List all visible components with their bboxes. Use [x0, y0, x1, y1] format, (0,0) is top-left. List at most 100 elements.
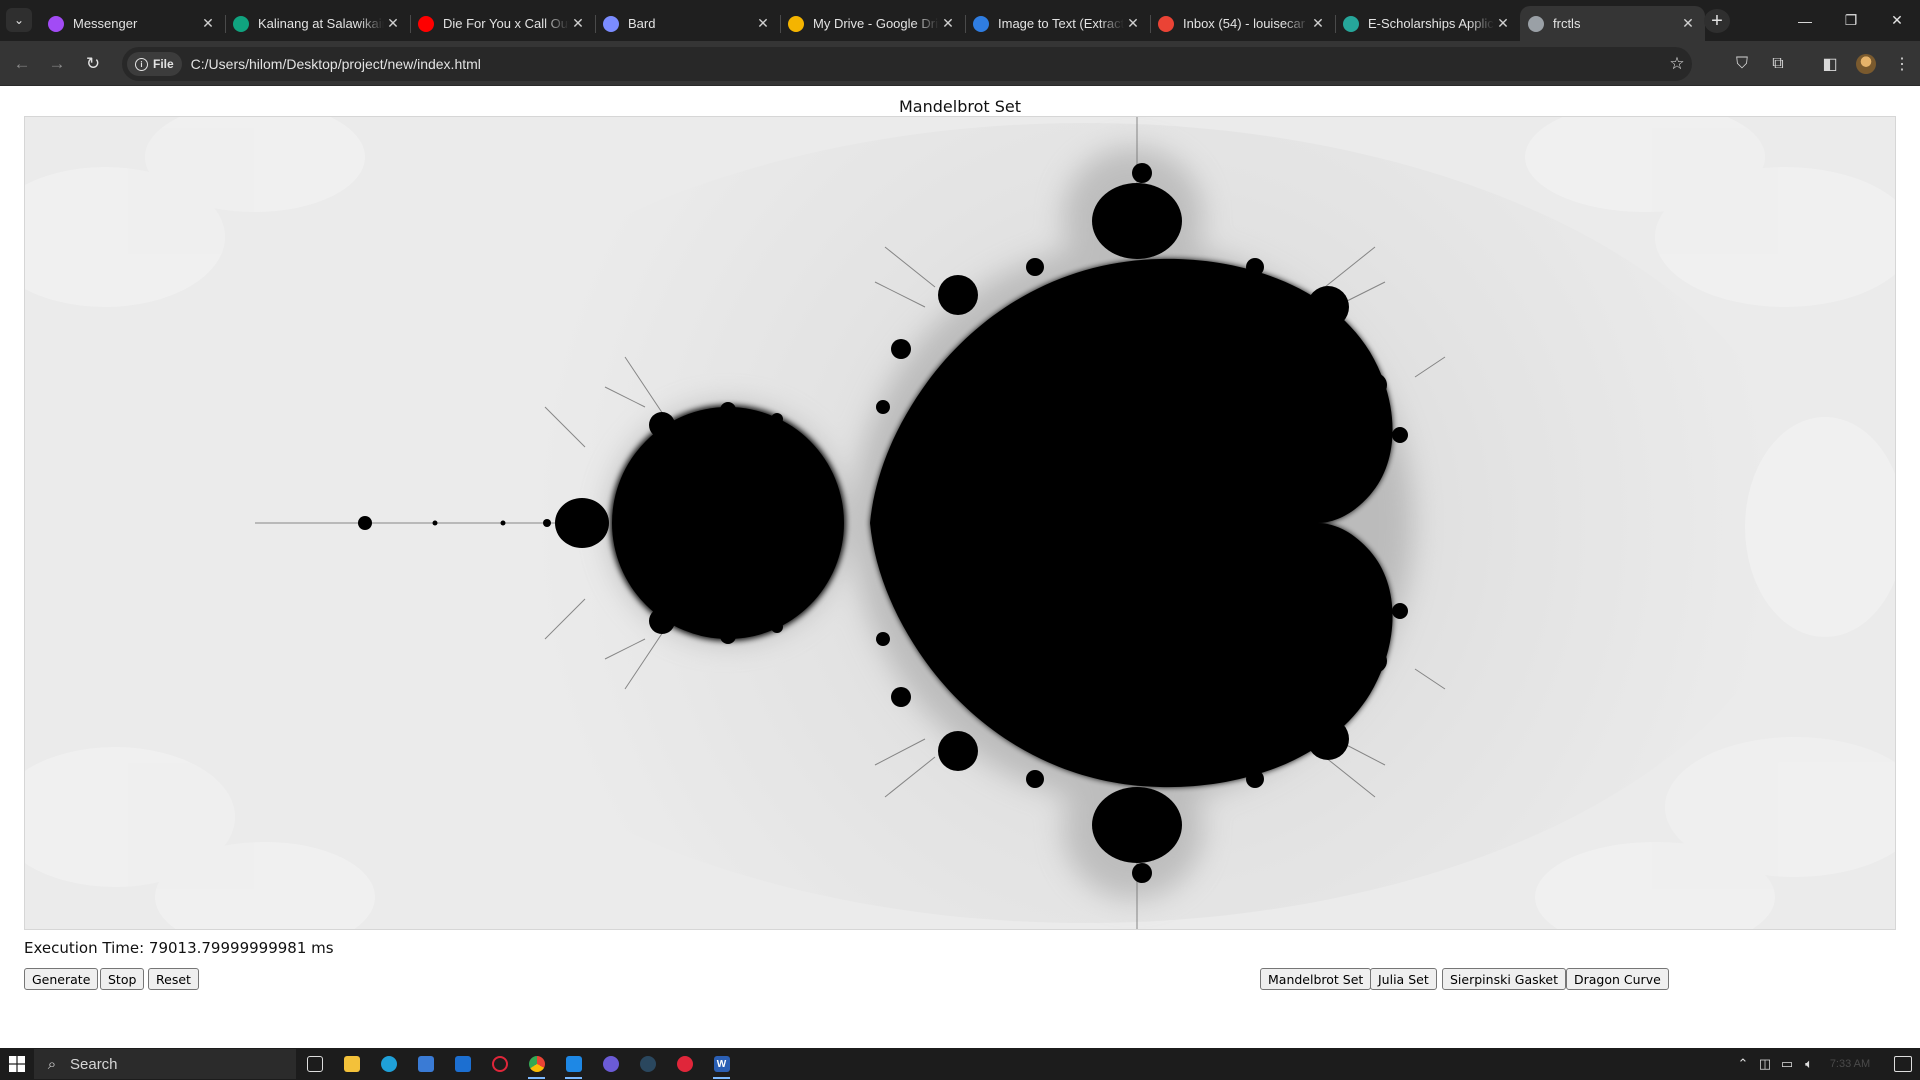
scholarship-icon: [1343, 15, 1359, 32]
folder-icon: [343, 1056, 360, 1072]
avatar: [1856, 54, 1876, 74]
store-icon: [417, 1056, 434, 1072]
chrome-icon: [528, 1056, 545, 1072]
reset-button[interactable]: Reset: [148, 968, 199, 990]
side-panel-icon[interactable]: ◧: [1812, 49, 1848, 79]
browser-tab[interactable]: My Drive - Google Drive ✕: [780, 6, 965, 41]
opera-icon: [491, 1056, 508, 1072]
tab-close-icon[interactable]: ✕: [1124, 15, 1142, 33]
reload-button[interactable]: ↻: [80, 51, 106, 77]
store-button[interactable]: [407, 1048, 444, 1080]
media-player-button[interactable]: [592, 1048, 629, 1080]
toolbar-divider: [1796, 49, 1812, 79]
minimize-button[interactable]: —: [1782, 0, 1828, 41]
vscode-icon: [565, 1056, 582, 1072]
profile-button[interactable]: [1848, 49, 1884, 79]
taskbar-search[interactable]: ⌕ Search: [34, 1049, 296, 1079]
browser-tab[interactable]: Inbox (54) - louisecar ✕: [1150, 6, 1335, 41]
google-drive-icon: [788, 15, 804, 32]
file-explorer-button[interactable]: [333, 1048, 370, 1080]
arrow-right-icon: →: [48, 54, 66, 73]
tab-close-icon[interactable]: ✕: [939, 15, 957, 33]
browser-tab[interactable]: Die For You x Call Out ✕: [410, 6, 595, 41]
tab-list: Messenger ✕ Kalinang at Salawikain ✕ Die For…: [40, 6, 1705, 41]
bottom-bulb: [1092, 787, 1182, 863]
steam-button[interactable]: [629, 1048, 666, 1080]
minimize-icon: —: [1798, 12, 1812, 29]
globe-icon: [1528, 15, 1544, 32]
tab-close-icon[interactable]: ✕: [384, 15, 402, 33]
browser-tab-title: Kalinang at Salawikain: [258, 16, 384, 31]
julia-set-button[interactable]: Julia Set: [1370, 968, 1437, 990]
recorder-button[interactable]: [666, 1048, 703, 1080]
mail-button[interactable]: [444, 1048, 481, 1080]
mandelbrot-render: [25, 117, 1895, 929]
tab-close-icon[interactable]: ✕: [1309, 15, 1327, 33]
toolbar-actions: ⛉ ⧉ ◧ ⋮: [1724, 49, 1920, 79]
stop-button[interactable]: Stop: [100, 968, 145, 990]
chatgpt-icon: [233, 15, 249, 32]
tab-close-icon[interactable]: ✕: [199, 15, 217, 33]
browser-tab[interactable]: E-Scholarships Applic ✕: [1335, 6, 1520, 41]
mandelbrot-set-button[interactable]: Mandelbrot Set: [1260, 968, 1372, 990]
site-info-label: File: [153, 57, 174, 71]
top-bulb: [1092, 183, 1182, 259]
info-icon: i: [135, 57, 148, 71]
notification-icon[interactable]: [1894, 1056, 1912, 1072]
address-bar[interactable]: i File C:/Users/hilom/Desktop/project/ne…: [122, 47, 1692, 81]
browser-tab-title: Die For You x Call Out: [443, 16, 569, 31]
reload-icon: ↻: [85, 54, 101, 73]
site-info-chip[interactable]: i File: [127, 52, 182, 76]
sierpinski-gasket-button[interactable]: Sierpinski Gasket: [1442, 968, 1567, 990]
new-tab-button[interactable]: +: [1704, 9, 1730, 33]
tab-close-icon[interactable]: ✕: [1494, 15, 1512, 33]
browser-toolbar: ← → ↻ i File C:/Users/hilom/Desktop/proj…: [0, 41, 1920, 86]
extensions-puzzle-icon[interactable]: ⧉: [1760, 49, 1796, 79]
forward-button[interactable]: →: [44, 51, 70, 77]
back-button[interactable]: ←: [9, 51, 35, 77]
browser-tab-bar: ⌄ Messenger ✕ Kalinang at Salawikain ✕ Die F…: [0, 0, 1920, 41]
bard-icon: [603, 15, 619, 32]
tab-close-icon[interactable]: ✕: [569, 15, 587, 33]
start-button[interactable]: [0, 1048, 34, 1080]
gmail-icon: [1158, 15, 1174, 32]
browser-tab[interactable]: Image to Text (Extract ✕: [965, 6, 1150, 41]
browser-tab[interactable]: Kalinang at Salawikain ✕: [225, 6, 410, 41]
url-text[interactable]: C:/Users/hilom/Desktop/project/new/index…: [191, 56, 1662, 72]
browser-tab[interactable]: Messenger ✕: [40, 6, 225, 41]
mail-icon: [454, 1056, 471, 1072]
tab-close-icon[interactable]: ✕: [754, 15, 772, 33]
generate-button[interactable]: Generate: [24, 968, 99, 990]
browser-tab-title: Messenger: [73, 16, 138, 31]
edge-button[interactable]: [370, 1048, 407, 1080]
tray-app-icon[interactable]: ◫: [1754, 1056, 1776, 1072]
restore-button[interactable]: ❐: [1828, 0, 1874, 41]
browser-tab[interactable]: Bard ✕: [595, 6, 780, 41]
chrome-button[interactable]: [518, 1048, 555, 1080]
kebab-menu-icon[interactable]: ⋮: [1884, 49, 1920, 79]
bookmark-star-icon[interactable]: ☆: [1662, 54, 1692, 74]
extension-shield-icon[interactable]: ⛉: [1724, 49, 1760, 79]
edge-icon: [380, 1056, 397, 1072]
chevron-up-icon[interactable]: ⌃: [1732, 1056, 1754, 1072]
word-button[interactable]: W: [703, 1048, 740, 1080]
close-window-button[interactable]: ✕: [1874, 0, 1920, 41]
browser-tab[interactable]: frctls ✕: [1520, 6, 1705, 41]
tab-close-icon[interactable]: ✕: [1679, 15, 1697, 33]
volume-icon[interactable]: 🔈︎: [1798, 1056, 1820, 1072]
steam-icon: [639, 1056, 656, 1072]
vscode-button[interactable]: [555, 1048, 592, 1080]
task-view-button[interactable]: [296, 1048, 333, 1080]
youtube-icon: [418, 15, 434, 32]
task-view-icon: [306, 1056, 323, 1072]
network-icon[interactable]: ▭: [1776, 1056, 1798, 1072]
fractal-canvas[interactable]: [24, 116, 1896, 930]
clock[interactable]: 7:33 AM: [1820, 1058, 1880, 1070]
opera-button[interactable]: [481, 1048, 518, 1080]
tab-search-button[interactable]: ⌄: [6, 8, 32, 32]
messenger-icon: [48, 15, 64, 32]
image-to-text-icon: [973, 15, 989, 32]
period-4-bulb: [555, 498, 609, 548]
dragon-curve-button[interactable]: Dragon Curve: [1566, 968, 1669, 990]
play-icon: [602, 1056, 619, 1072]
